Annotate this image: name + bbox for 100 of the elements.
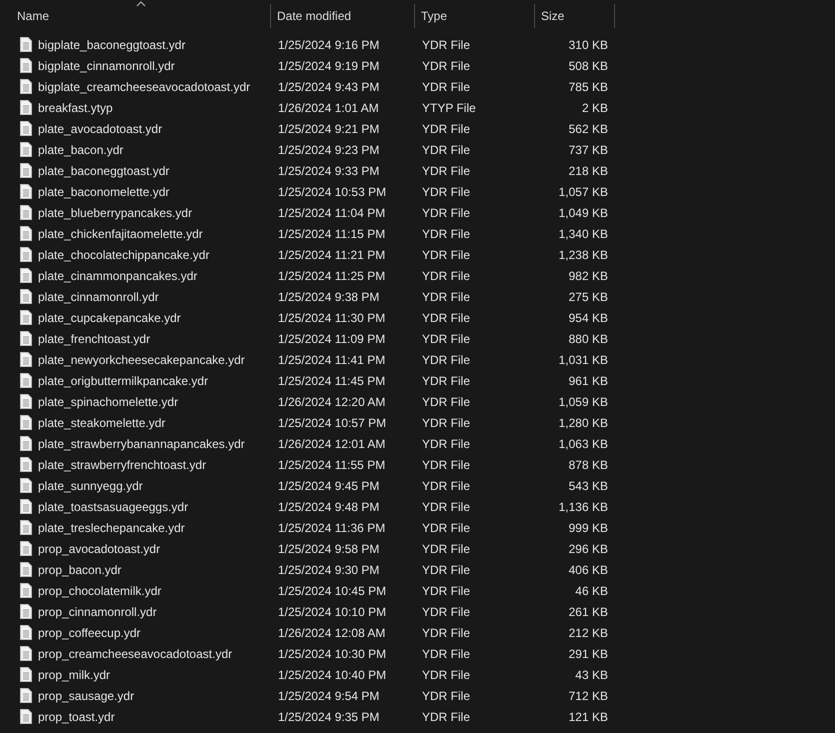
date-cell-text: 1/25/2024 9:30 PM [277, 562, 380, 576]
document-icon [20, 373, 32, 388]
file-name[interactable]: plate_spinachomelette.ydr [38, 394, 178, 408]
file-name[interactable]: plate_sunnyegg.ydr [38, 478, 143, 492]
file-name[interactable]: bigplate_cinnamonroll.ydr [38, 58, 175, 72]
date-cell-text: 1/25/2024 11:09 PM [277, 332, 386, 346]
file-name[interactable]: breakfast.ytyp [38, 100, 113, 114]
document-icon [20, 79, 32, 94]
file-name[interactable]: plate_avocadotoast.ydr [38, 122, 162, 136]
size-cell-text: 1,238 KB [558, 248, 609, 262]
type-cell-text: YDR File [421, 122, 472, 136]
document-icon [20, 625, 32, 640]
document-icon [20, 121, 32, 136]
file-name[interactable]: prop_bacon.ydr [38, 562, 122, 576]
type-cell-text: YDR File [421, 562, 472, 576]
type-cell-text: YDR File [421, 478, 472, 492]
file-name[interactable]: plate_cinammonpancakes.ydr [38, 268, 198, 282]
size-cell-text: 880 KB [568, 332, 609, 346]
date-cell-text: 1/25/2024 11:15 PM [277, 226, 386, 240]
type-cell-text: YDR File [421, 436, 472, 450]
type-cell-text: YDR File [421, 164, 472, 178]
file-name[interactable]: prop_sausage.ydr [38, 688, 134, 702]
date-cell-text: 1/25/2024 9:35 PM [277, 710, 380, 724]
date-cell-text: 1/25/2024 11:45 PM [277, 374, 386, 388]
file-name[interactable]: plate_cinnamonroll.ydr [38, 290, 159, 304]
date-cell-text: 1/25/2024 11:04 PM [277, 206, 386, 220]
file-name[interactable]: prop_cinnamonroll.ydr [38, 604, 157, 618]
file-name[interactable]: plate_frenchtoast.ydr [38, 332, 150, 346]
document-icon [20, 688, 32, 703]
date-cell-text: 1/25/2024 9:19 PM [277, 58, 380, 72]
column-header[interactable]: Date modified [271, 4, 415, 28]
document-icon [20, 520, 32, 535]
column-header[interactable]: Type [415, 4, 535, 28]
size-cell-text: 275 KB [568, 290, 609, 304]
file-name[interactable]: plate_bacon.ydr [38, 142, 124, 156]
date-cell-text: 1/25/2024 10:45 PM [277, 584, 388, 598]
size-cell-text: 1,136 KB [558, 500, 609, 514]
file-name[interactable]: plate_baconeggtoast.ydr [38, 164, 170, 178]
file-name[interactable]: plate_toastsasuageeggs.ydr [38, 500, 188, 514]
date-cell-text: 1/25/2024 11:41 PM [277, 352, 386, 366]
document-icon [20, 100, 32, 115]
size-cell-text: 712 KB [568, 688, 609, 702]
size-cell-text: 1,057 KB [558, 184, 609, 198]
file-name[interactable]: prop_toast.ydr [38, 710, 115, 724]
file-name[interactable]: prop_creamcheeseavocadotoast.ydr [38, 646, 232, 660]
size-cell-text: 961 KB [568, 374, 609, 388]
type-cell-text: YDR File [421, 646, 472, 660]
size-cell-text: 562 KB [568, 122, 609, 136]
file-name[interactable]: plate_chocolatechippancake.ydr [38, 248, 210, 262]
type-cell-text: YDR File [421, 248, 472, 262]
size-cell-text: 296 KB [568, 542, 609, 556]
size-cell-text: 1,340 KB [558, 226, 609, 240]
size-cell-text: 954 KB [568, 310, 609, 324]
file-name[interactable]: bigplate_baconeggtoast.ydr [38, 38, 186, 52]
file-name[interactable]: plate_steakomelette.ydr [38, 416, 166, 430]
file-name[interactable]: plate_newyorkcheesecakepancake.ydr [38, 352, 245, 366]
file-name[interactable]: plate_treslechepancake.ydr [38, 520, 185, 534]
date-cell-text: 1/25/2024 9:21 PM [277, 122, 380, 136]
size-cell-text: 212 KB [568, 626, 609, 640]
column-header[interactable]: Name [0, 4, 271, 28]
date-cell-text: 1/26/2024 12:20 AM [277, 394, 386, 408]
type-cell-text: YDR File [421, 604, 472, 618]
document-icon [20, 604, 32, 619]
size-cell-text: 508 KB [568, 58, 609, 72]
size-cell-text: 46 KB [574, 584, 609, 598]
type-cell-text: YDR File [421, 268, 472, 282]
column-header[interactable]: Size [535, 4, 615, 28]
file-name[interactable]: prop_avocadotoast.ydr [38, 542, 160, 556]
document-icon [20, 352, 32, 367]
size-cell-text: 999 KB [568, 520, 609, 534]
column-label: Name [17, 9, 50, 23]
type-cell-text: YDR File [421, 352, 472, 366]
file-name[interactable]: plate_baconomelette.ydr [38, 184, 170, 198]
date-cell-text: 1/25/2024 11:36 PM [277, 520, 386, 534]
document-icon [20, 331, 32, 346]
file-name[interactable]: plate_origbuttermilkpancake.ydr [38, 374, 208, 388]
document-icon [20, 205, 32, 220]
file-name[interactable]: plate_blueberrypancakes.ydr [38, 206, 192, 220]
date-cell-text: 1/25/2024 10:53 PM [277, 184, 388, 198]
document-icon [20, 457, 32, 472]
document-icon [20, 499, 32, 514]
file-name[interactable]: prop_chocolatemilk.ydr [38, 584, 162, 598]
size-cell-text: 1,031 KB [558, 352, 609, 366]
size-cell-text: 43 KB [574, 668, 609, 682]
file-name[interactable]: prop_coffeecup.ydr [38, 626, 141, 640]
file-name[interactable]: plate_cupcakepancake.ydr [38, 310, 181, 324]
size-cell-text: 121 KB [568, 710, 609, 724]
size-cell-text: 2 KB [580, 100, 609, 114]
file-name[interactable]: bigplate_creamcheeseavocadotoast.ydr [38, 80, 250, 94]
date-cell-text: 1/25/2024 9:38 PM [277, 290, 380, 304]
document-icon [20, 562, 32, 577]
file-name[interactable]: plate_strawberryfrenchtoast.ydr [38, 458, 206, 472]
document-icon [20, 478, 32, 493]
file-name[interactable]: plate_chickenfajitaomelette.ydr [38, 226, 203, 240]
type-cell-text: YDR File [421, 58, 472, 72]
date-cell-text: 1/26/2024 12:01 AM [277, 436, 386, 450]
date-cell-text: 1/26/2024 1:01 AM [277, 100, 380, 114]
file-name[interactable]: prop_milk.ydr [38, 668, 110, 682]
file-name[interactable]: plate_strawberrybanannapancakes.ydr [38, 436, 245, 450]
size-cell-text: 878 KB [568, 458, 609, 472]
